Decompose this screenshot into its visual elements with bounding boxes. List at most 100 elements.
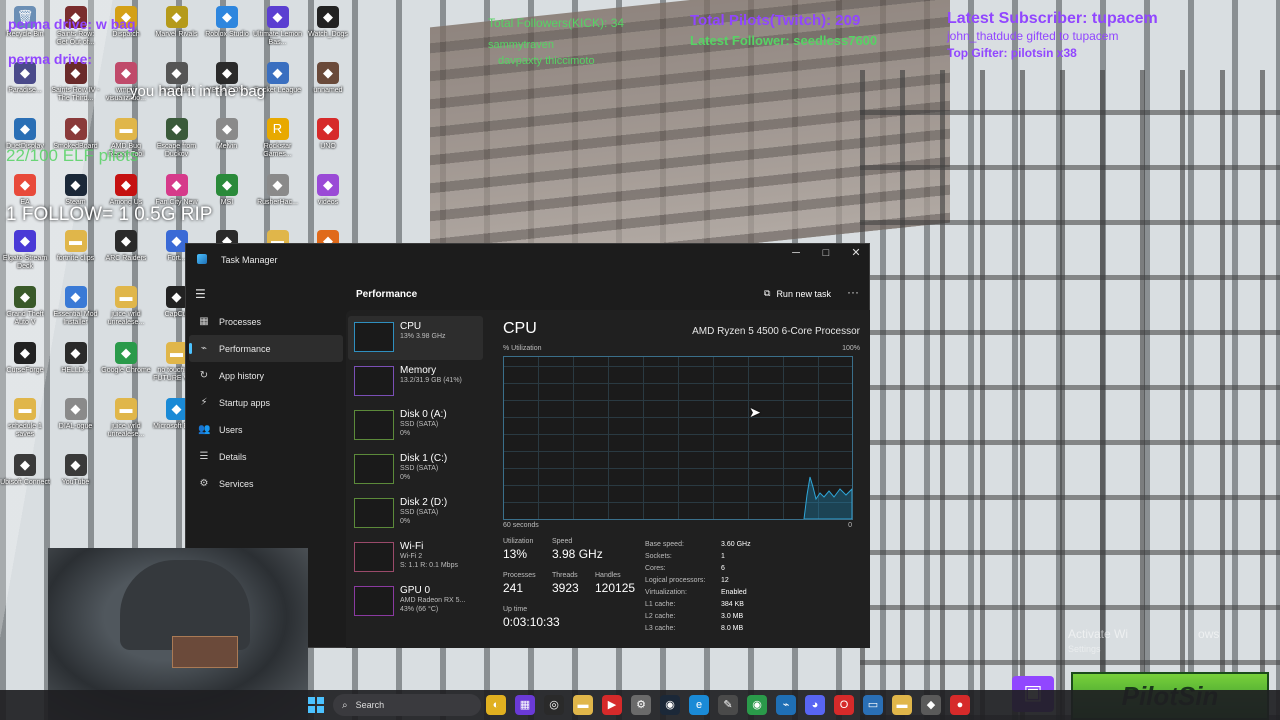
hamburger-menu-icon[interactable]: ☰	[195, 287, 207, 301]
sidebar-item-details[interactable]: ☰ Details	[189, 443, 343, 470]
desktop-icon-label: Google Chrome	[101, 367, 151, 374]
resource-item-disk[interactable]: Disk 0 (A:) SSD (SATA) 0%	[348, 404, 483, 448]
taskbar-search[interactable]: ⌕ Search	[333, 694, 481, 716]
taskbar-tools-icon[interactable]: ✎	[718, 695, 738, 715]
minimize-button[interactable]: ─	[781, 244, 811, 264]
task-manager-app-icon	[197, 254, 207, 264]
stat-processes: Processes 241	[503, 572, 536, 595]
desktop-icon[interactable]: ▬ schedule 1 saves	[0, 398, 50, 439]
taskbar-display-icon[interactable]: ▭	[863, 695, 883, 715]
desktop-icon[interactable]: ◆ Elgato Stream Deck	[0, 230, 50, 271]
spec-value: 3.60 GHz	[721, 541, 751, 548]
stat-value: 3.98 GHz	[552, 547, 603, 561]
desktop-icon-label: RusherHac...	[257, 199, 298, 206]
sidebar-item-app-history[interactable]: ↻ App history	[189, 362, 343, 389]
desktop-icon[interactable]: ◆ Steam	[51, 174, 101, 207]
taskbar-edge-icon[interactable]: e	[689, 695, 709, 715]
title-bar[interactable]: Task Manager ─ □ ✕	[186, 244, 869, 274]
resource-name: Memory	[400, 365, 437, 376]
search-icon: ⌕	[342, 699, 348, 711]
resource-item-disk[interactable]: Disk 2 (D:) SSD (SATA) 0%	[348, 492, 483, 536]
taskbar-youtube-icon[interactable]: ▶	[602, 695, 622, 715]
desktop-icon[interactable]: ◆ Escape from Duckov	[152, 118, 202, 159]
desktop-icon-label: MSI	[220, 199, 234, 206]
spec-row: Sockets: 1	[645, 553, 855, 565]
taskbar-task-manager-icon[interactable]: ⌁	[776, 695, 796, 715]
desktop-icon[interactable]: ▬ fortnite clips	[51, 230, 101, 263]
taskbar-search-app-icon[interactable]: ◎	[544, 695, 564, 715]
sidebar-item-startup-apps[interactable]: ⚡ Startup apps	[189, 389, 343, 416]
desktop-icon[interactable]: ▬ juice wrld unrealese...	[101, 398, 151, 439]
resource-item-cpu[interactable]: CPU 13% 3.98 GHz	[348, 316, 483, 360]
resource-detail: Wi-Fi 2	[400, 553, 423, 560]
folder-icon: ▬	[115, 118, 137, 140]
desktop-icon[interactable]: ◆ Essential Mod Installer	[51, 286, 101, 327]
curseforge-icon: ◆	[14, 342, 36, 364]
desktop-icon[interactable]: ◆ ARC Raiders	[101, 230, 151, 263]
desktop-icon[interactable]: ◆ videos	[303, 174, 353, 207]
desktop-icon[interactable]: ◆ CurseForge	[0, 342, 50, 375]
taskbar-widgets-icon[interactable]: ◐	[486, 695, 506, 715]
desktop-icon[interactable]: ◆ Melvin	[202, 118, 252, 151]
desktop-icon[interactable]: ◆ unnamed	[303, 62, 353, 95]
desktop-icon[interactable]: ◆ UNO	[303, 118, 353, 151]
maximize-button[interactable]: □	[811, 244, 841, 264]
desktop-icon-label: Escape from Duckov	[156, 143, 197, 158]
sidebar-item-users[interactable]: 👥 Users	[189, 416, 343, 443]
resource-name: GPU 0	[400, 585, 431, 596]
resource-detail: 0%	[400, 430, 411, 437]
desktop-icon[interactable]: ◆ Marvel Rivals	[152, 6, 202, 39]
resource-detail: 0%	[400, 474, 411, 481]
cpu-graph-area	[803, 476, 852, 519]
taskbar-steam-icon[interactable]: ◉	[660, 695, 680, 715]
sidebar-item-performance[interactable]: ⌁ Performance	[189, 335, 343, 362]
desktop-icon[interactable]: ◆ Saints Row IV - The Third...	[51, 62, 101, 103]
sidebar-item-processes[interactable]: ▦ Processes	[189, 308, 343, 335]
start-button[interactable]	[308, 697, 324, 713]
resource-item-gpu[interactable]: GPU 0 AMD Radeon RX 5... 43% (66 °C)	[348, 580, 483, 624]
spec-value: 3.0 MB	[721, 613, 744, 620]
desktop-icon[interactable]: R Rockstar Games...	[253, 118, 303, 159]
desktop-icon[interactable]: ◆ Ubisoft Connect	[0, 454, 50, 487]
desktop-icon[interactable]: ◆ MSI	[202, 174, 252, 207]
more-options-button[interactable]: ···	[847, 285, 859, 299]
resource-name: Disk 2 (D:)	[400, 497, 448, 508]
cpu-specs: Base speed: 3.60 GHz Sockets: 1 Cores: 6 Logic…	[645, 541, 855, 637]
taskbar-grid-app-icon[interactable]: ▦	[515, 695, 535, 715]
performance-content: CPU 13% 3.98 GHz Memory 13.2/31.9 GB (41%) D…	[346, 310, 870, 648]
desktop-icon-label: Saints Row IV - The Third...	[51, 87, 100, 102]
taskbar-app-icon[interactable]: ◆	[921, 695, 941, 715]
desktop-icon[interactable]: ◆ EA	[0, 174, 50, 207]
sidebar-item-label: App history	[219, 370, 265, 381]
sidebar-item-services[interactable]: ⚙ Services	[189, 470, 343, 497]
resource-item-disk[interactable]: Disk 1 (C:) SSD (SATA) 0%	[348, 448, 483, 492]
desktop-icon[interactable]: ◆ Among Us	[101, 174, 151, 207]
taskbar-folder-icon[interactable]: ▬	[892, 695, 912, 715]
desktop-icon[interactable]: ◆ Fan City New	[152, 174, 202, 207]
sidebar-item-label: Performance	[219, 343, 271, 354]
desktop-icon[interactable]: ◆ Roblox Studio	[202, 6, 252, 39]
taskbar-chrome-icon[interactable]: ◉	[747, 695, 767, 715]
activate-text: Activate Wi	[1068, 627, 1129, 641]
taskbar-file-explorer-icon[interactable]: ▬	[573, 695, 593, 715]
desktop-icon[interactable]: ◆ RusherHac...	[253, 174, 303, 207]
desktop-icon[interactable]: ◆ Watch_Dogs	[303, 6, 353, 39]
close-button[interactable]: ✕	[841, 244, 871, 264]
game-icon: ◆	[216, 62, 238, 84]
taskbar-settings-icon[interactable]: ⚙	[631, 695, 651, 715]
desktop-icon[interactable]: ◆ YouTube	[51, 454, 101, 487]
desktop-icon[interactable]: ◆ Ultimate Lemon Bas...	[253, 6, 303, 47]
desktop-icon[interactable]: ▬ juice wrld unrealese...	[101, 286, 151, 327]
desktop-icon[interactable]: ◆ HELLD...	[51, 342, 101, 375]
resource-item-mem[interactable]: Memory 13.2/31.9 GB (41%)	[348, 360, 483, 404]
overlay-drive-2: perma drive:	[8, 51, 93, 67]
taskbar-opera-icon[interactable]: O	[834, 695, 854, 715]
desktop-icon[interactable]: ◆ Google Chrome	[101, 342, 151, 375]
overlay-kick-followers: Total Followers(KICK): 34	[488, 16, 625, 30]
desktop-icon[interactable]: ◆ DIAL-ogue	[51, 398, 101, 431]
taskbar-record-icon[interactable]: ●	[950, 695, 970, 715]
taskbar-discord-icon[interactable]: ◕	[805, 695, 825, 715]
run-new-task-button[interactable]: ⧉ Run new task	[764, 288, 831, 299]
desktop-icon[interactable]: ◆ Grand Theft Auto V	[0, 286, 50, 327]
resource-item-wifi[interactable]: Wi-Fi Wi-Fi 2 S: 1.1 R: 0.1 Mbps	[348, 536, 483, 580]
